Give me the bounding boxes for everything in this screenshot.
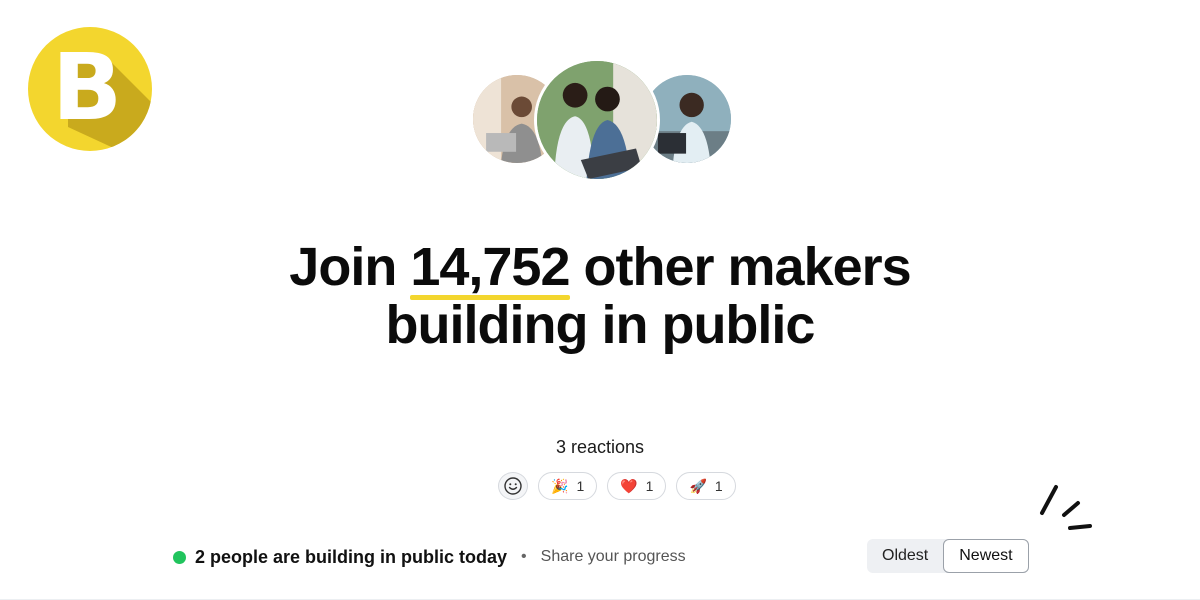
headline-line-1: Join 14,752 other makers (0, 237, 1200, 300)
reaction-rocket[interactable]: 🚀 1 (676, 472, 736, 500)
headline-line-2: building in public (385, 295, 816, 355)
add-reaction-button[interactable] (498, 472, 528, 500)
sort-oldest-button[interactable]: Oldest (867, 539, 943, 573)
reactions-bar: 🎉 1 ❤️ 1 🚀 1 (498, 472, 736, 502)
activity-status: 2 people are building in public today • … (173, 544, 686, 570)
share-progress-link[interactable]: Share your progress (541, 548, 686, 566)
headline-prefix: Join (289, 237, 397, 297)
online-dot-icon (173, 550, 186, 564)
logo-letter: B (51, 34, 123, 141)
brand-logo[interactable]: B (28, 27, 152, 151)
sort-toggle: Oldest Newest (867, 539, 1029, 573)
maker-avatars (470, 58, 734, 182)
hero-headline: Join 14,752 other makers building in pub… (0, 238, 1200, 354)
rocket-icon: 🚀 (689, 478, 707, 494)
reaction-count: 1 (576, 478, 585, 494)
reaction-heart[interactable]: ❤️ 1 (607, 472, 667, 500)
sparkle-doodle-icon (1040, 485, 1092, 530)
sort-newest-button[interactable]: Newest (943, 539, 1029, 573)
reaction-party[interactable]: 🎉 1 (538, 472, 598, 500)
heart-icon: ❤️ (620, 478, 638, 494)
maker-count: 14,752 (410, 237, 571, 300)
reactions-count: 3 reactions (555, 437, 645, 457)
reaction-count: 1 (645, 478, 654, 494)
avatar (534, 58, 660, 182)
smiley-icon (504, 477, 522, 495)
reaction-count: 1 (714, 478, 723, 494)
party-popper-icon: 🎉 (551, 478, 569, 494)
status-text: 2 people are building in public today (195, 546, 508, 567)
headline-suffix: other makers (583, 237, 912, 297)
separator: • (521, 548, 527, 565)
